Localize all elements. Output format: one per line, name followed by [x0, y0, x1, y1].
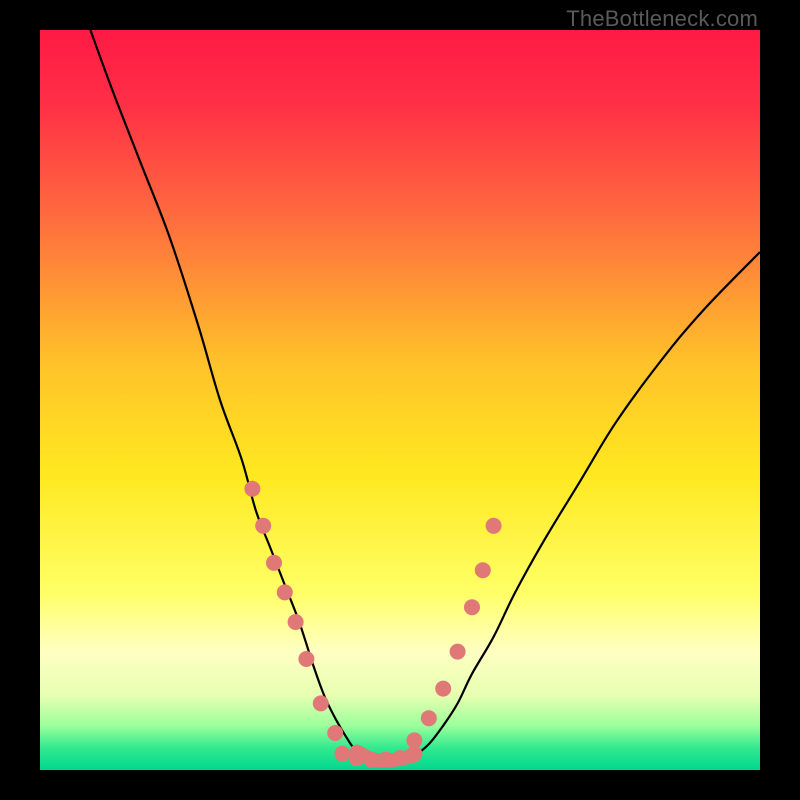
- highlight-dots-left: [244, 481, 343, 741]
- highlight-dot: [406, 746, 422, 762]
- highlight-dot: [421, 710, 437, 726]
- highlight-dot: [313, 695, 329, 711]
- highlight-dot: [244, 481, 260, 497]
- watermark-text: TheBottleneck.com: [566, 6, 758, 32]
- highlight-dot: [288, 614, 304, 630]
- highlight-dot: [450, 644, 466, 660]
- chart-container: TheBottleneck.com: [0, 0, 800, 800]
- highlight-dot: [277, 584, 293, 600]
- highlight-dot: [435, 681, 451, 697]
- highlight-dot: [327, 725, 343, 741]
- highlight-dot: [486, 518, 502, 534]
- highlight-dot: [349, 750, 365, 766]
- highlight-dot: [363, 752, 379, 768]
- left-curve: [90, 30, 371, 759]
- curves-layer: [40, 30, 760, 770]
- highlight-dot: [392, 750, 408, 766]
- right-curve: [400, 252, 760, 759]
- highlight-dot: [298, 651, 314, 667]
- plot-area: [40, 30, 760, 770]
- highlight-dot: [464, 599, 480, 615]
- highlight-dots-right: [406, 518, 501, 749]
- highlight-dot: [475, 562, 491, 578]
- highlight-dot: [378, 752, 394, 768]
- highlight-dot: [334, 746, 350, 762]
- highlight-dot: [255, 518, 271, 534]
- highlight-dot: [266, 555, 282, 571]
